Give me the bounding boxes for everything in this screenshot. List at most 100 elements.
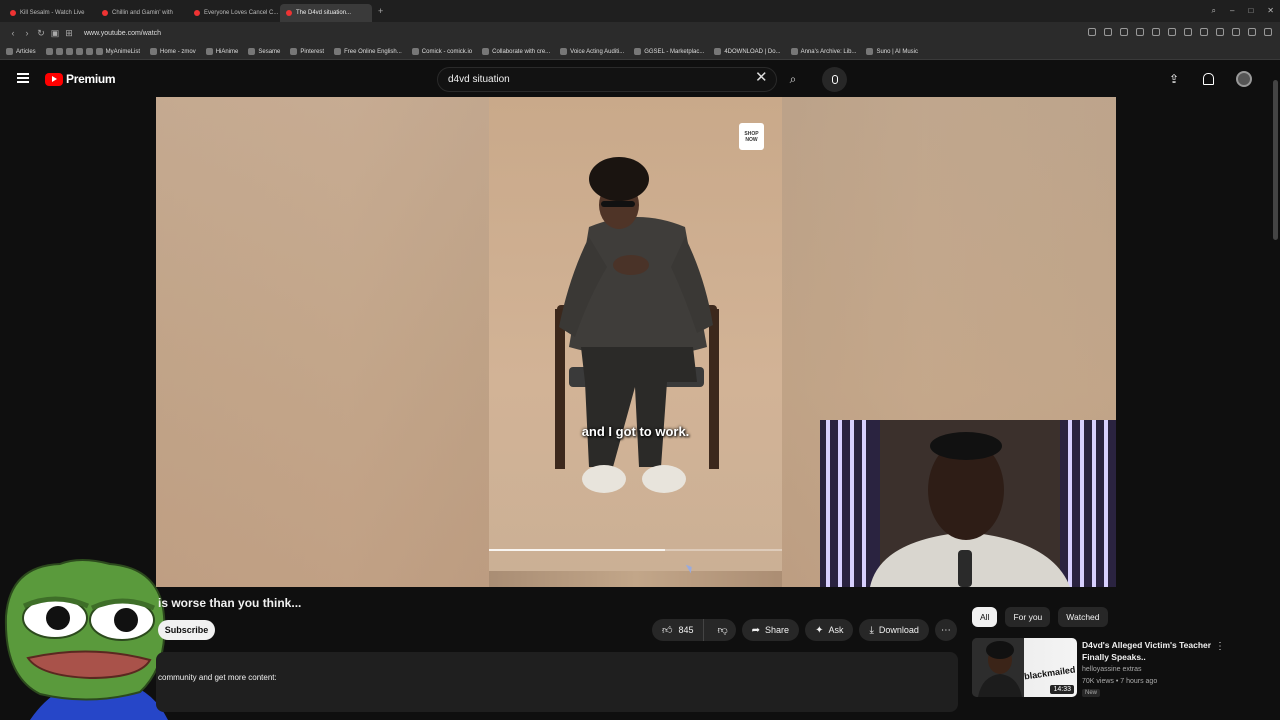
- like-button[interactable]: 👍︎ 845: [652, 619, 705, 641]
- page-scrollbar[interactable]: [1273, 80, 1278, 240]
- bookmarks-bar: Articles MyAnimeList Home - zmov HiAnime…: [0, 44, 1280, 60]
- maximize-icon[interactable]: □: [1248, 6, 1253, 16]
- search-input[interactable]: [448, 74, 748, 85]
- vpn-icon[interactable]: ▣: [48, 28, 62, 39]
- reload-icon[interactable]: ↻: [34, 28, 48, 39]
- search-tabs-icon[interactable]: ⌕: [1212, 6, 1216, 16]
- bookmark-item[interactable]: Comick - comick.io: [411, 48, 472, 55]
- youtube-play-icon: [45, 72, 63, 86]
- bookmark-item[interactable]: HiAnime: [205, 48, 238, 55]
- extension-icon[interactable]: [1264, 28, 1272, 36]
- new-badge: New: [1082, 689, 1101, 697]
- extension-icon[interactable]: [1216, 28, 1224, 36]
- share-button[interactable]: ➦ Share: [741, 619, 800, 641]
- bookmark-item[interactable]: 4DOWNLOAD | Do...: [714, 48, 781, 55]
- ask-button[interactable]: ✦ Ask: [805, 619, 854, 641]
- bookmark-item[interactable]: Collaborate with cre...: [482, 48, 550, 55]
- account-avatar[interactable]: [1236, 71, 1252, 87]
- bookmark-item[interactable]: GGSEL - Marketplac...: [634, 48, 704, 55]
- chip-for-you[interactable]: For you: [1005, 607, 1051, 627]
- video-player[interactable]: SHOP NOW and I got to work.: [156, 97, 1116, 587]
- browser-tab[interactable]: Everyone Loves Cancel C...: [188, 4, 280, 22]
- search-button[interactable]: ⌕: [780, 67, 806, 92]
- extension-icon[interactable]: [1104, 28, 1112, 36]
- extension-icon[interactable]: [1136, 28, 1144, 36]
- webcam-person-image: [820, 420, 1116, 587]
- shop-now-badge[interactable]: SHOP NOW: [739, 123, 764, 150]
- notifications-bell-icon[interactable]: [1203, 73, 1214, 85]
- extension-icon[interactable]: [1248, 28, 1256, 36]
- browser-tab[interactable]: Kill Sesalm - Watch Live: [4, 4, 96, 22]
- video-duration: 14:33: [1050, 685, 1074, 694]
- description-box[interactable]: community and get more content:: [156, 652, 958, 712]
- browser-tab[interactable]: Chillin and Gamin' with: [96, 4, 188, 22]
- bookmark-icon: [6, 48, 13, 55]
- logo-text: Premium: [66, 72, 116, 86]
- bookmark-item[interactable]: Pinterest: [290, 48, 324, 55]
- recommended-title[interactable]: D4vd's Alleged Victim's Teacher Finally …: [1082, 639, 1217, 663]
- bookmark-icon: [634, 48, 642, 55]
- more-actions-button[interactable]: ⋯: [934, 619, 957, 641]
- tab-label: Kill Sesalm - Watch Live: [20, 10, 85, 16]
- close-window-icon[interactable]: ✕: [1267, 6, 1274, 16]
- bookmark-icon: [85, 48, 93, 55]
- bookmark-icon: [55, 48, 63, 55]
- bookmark-item[interactable]: Anna's Archive: Lib...: [790, 48, 856, 55]
- extension-icon[interactable]: [1200, 28, 1208, 36]
- extension-icon[interactable]: [1088, 28, 1096, 36]
- short-progress-bar[interactable]: [489, 549, 782, 551]
- bookmark-item[interactable]: Articles: [6, 48, 36, 55]
- upload-icon[interactable]: ⇪: [1167, 72, 1181, 86]
- bookmark-item[interactable]: Sesame: [248, 48, 280, 55]
- bookmark-icon: [150, 48, 158, 55]
- bookmark-item[interactable]: Free Online English...: [334, 48, 402, 55]
- subscribe-button[interactable]: Subscribe: [158, 620, 215, 640]
- extension-icon[interactable]: [1168, 28, 1176, 36]
- extension-icon[interactable]: [1120, 28, 1128, 36]
- browser-tab-active[interactable]: The D4vd situation...: [280, 4, 372, 22]
- dislike-button[interactable]: 👎︎: [709, 619, 735, 641]
- filter-chips: All For you Watched: [972, 607, 1108, 627]
- short-video-frame[interactable]: SHOP NOW and I got to work.: [489, 97, 782, 571]
- minimize-icon[interactable]: –: [1230, 6, 1234, 16]
- ask-label: Ask: [828, 625, 844, 635]
- video-caption: and I got to work.: [581, 424, 690, 439]
- window-controls: ⌕ – □ ✕: [1212, 6, 1274, 16]
- download-label: Download: [878, 625, 919, 635]
- bookmark-icon: [560, 48, 568, 55]
- more-vertical-icon[interactable]: ⋮: [1215, 641, 1225, 652]
- bookmark-item[interactable]: Home - zmov: [150, 48, 196, 55]
- extension-icon[interactable]: [1152, 28, 1160, 36]
- tabs-grid-icon[interactable]: ⊞: [62, 28, 76, 39]
- recommended-video[interactable]: blackmailed 14:33 D4vd's Alleged Victim'…: [972, 638, 1232, 700]
- clear-search-icon[interactable]: ✕: [755, 70, 768, 85]
- forward-icon[interactable]: ›: [20, 28, 34, 38]
- webcam-overlay: [820, 420, 1116, 587]
- recommended-channel[interactable]: helloyassine extras: [1082, 666, 1142, 673]
- pepe-frog-overlay-image: [4, 559, 168, 720]
- bookmark-item[interactable]: Voice Acting Auditi...: [560, 48, 624, 55]
- short-progress-fill: [489, 549, 665, 551]
- video-actions: 👍︎ 845 👎︎ ➦ Share ✦ Ask ⤓ Download ⋯: [652, 619, 957, 641]
- recommended-thumbnail[interactable]: blackmailed 14:33: [972, 638, 1077, 697]
- new-tab-icon[interactable]: +: [378, 6, 383, 16]
- tab-label: Everyone Loves Cancel C...: [204, 10, 279, 16]
- chip-all[interactable]: All: [972, 607, 998, 627]
- bookmark-item[interactable]: MyAnimeList: [45, 48, 140, 55]
- chip-watched[interactable]: Watched: [1058, 607, 1108, 627]
- thumbs-up-icon: 👍︎: [662, 625, 673, 636]
- bookmark-icon: [65, 48, 73, 55]
- extension-icon[interactable]: [1232, 28, 1240, 36]
- back-icon[interactable]: ‹: [6, 28, 20, 38]
- url-field[interactable]: www.youtube.com/watch: [84, 30, 161, 37]
- youtube-logo[interactable]: Premium: [45, 72, 116, 86]
- thumbnail-person-image: [972, 638, 1024, 697]
- tab-favicon-icon: [10, 10, 16, 16]
- voice-search-button[interactable]: [822, 67, 847, 92]
- search-icon: ⌕: [789, 72, 797, 86]
- menu-icon[interactable]: [17, 73, 29, 83]
- person-on-chair-image: [555, 157, 719, 493]
- extension-icon[interactable]: [1184, 28, 1192, 36]
- download-button[interactable]: ⤓ Download: [859, 619, 929, 641]
- bookmark-item[interactable]: Suno | AI Music: [866, 48, 918, 55]
